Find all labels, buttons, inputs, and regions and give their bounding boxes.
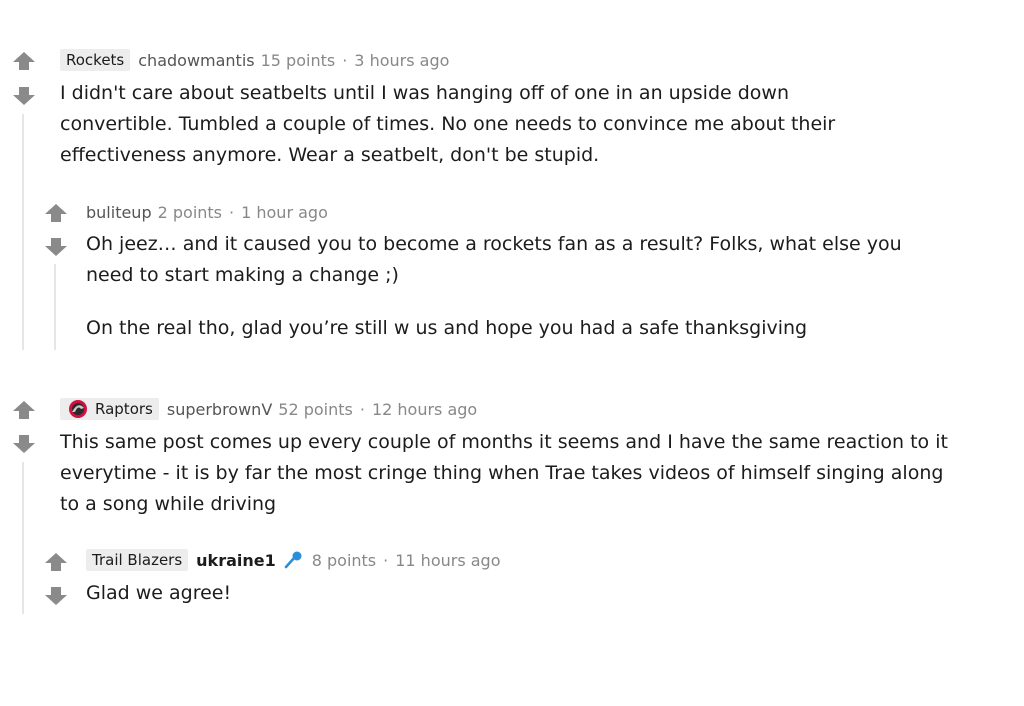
user-flair: Rockets xyxy=(60,49,131,71)
comment-text: I didn't care about seatbelts until I wa… xyxy=(60,82,836,166)
comment-text: This same post comes up every couple of … xyxy=(60,431,948,515)
separator: · xyxy=(229,202,235,222)
comment-body: Oh jeez… and it caused you to become a r… xyxy=(86,229,946,344)
user-flair-label: Raptors xyxy=(95,400,153,418)
thread-line[interactable] xyxy=(54,264,56,350)
score: 8 points xyxy=(311,550,377,570)
downvote-arrow-icon[interactable] xyxy=(43,585,69,607)
upvote-arrow-icon[interactable] xyxy=(11,399,37,421)
author-link[interactable]: chadowmantis xyxy=(138,51,254,70)
comment-body: Glad we agree! xyxy=(86,578,946,609)
comment-meta: Trail Blazers ukraine1 8 points · 11 hou… xyxy=(86,548,501,572)
microphone-icon xyxy=(282,550,304,570)
author-link[interactable]: buliteup xyxy=(86,203,152,222)
timestamp[interactable]: 12 hours ago xyxy=(372,400,477,419)
comment-meta: Raptors superbrownV 52 points · 12 hours… xyxy=(60,397,477,421)
author-link[interactable]: ukraine1 xyxy=(196,551,276,570)
comment-body: This same post comes up every couple of … xyxy=(60,427,960,520)
separator: · xyxy=(342,50,348,70)
timestamp[interactable]: 1 hour ago xyxy=(241,203,328,222)
comment-paragraph: Glad we agree! xyxy=(86,582,232,604)
upvote-arrow-icon[interactable] xyxy=(43,202,69,224)
thread-line[interactable] xyxy=(22,114,24,350)
downvote-arrow-icon[interactable] xyxy=(43,236,69,258)
comment-body: I didn't care about seatbelts until I wa… xyxy=(60,78,880,171)
score: 15 points xyxy=(260,50,336,70)
comment-meta: buliteup 2 points · 1 hour ago xyxy=(86,200,328,224)
score: 2 points xyxy=(157,202,223,222)
author-link[interactable]: superbrownV xyxy=(167,400,272,419)
upvote-arrow-icon[interactable] xyxy=(43,551,69,573)
comment-meta: Rockets chadowmantis 15 points · 3 hours… xyxy=(60,48,449,72)
timestamp[interactable]: 3 hours ago xyxy=(354,51,449,70)
comment-paragraph: On the real tho, glad you’re still w us … xyxy=(86,317,808,339)
downvote-arrow-icon[interactable] xyxy=(11,85,37,107)
score: 52 points xyxy=(278,399,353,419)
separator: · xyxy=(383,550,389,570)
raptors-logo-icon xyxy=(66,399,90,419)
comment-paragraph: Oh jeez… and it caused you to become a r… xyxy=(86,233,902,286)
timestamp[interactable]: 11 hours ago xyxy=(395,551,500,570)
user-flair: Trail Blazers xyxy=(86,549,189,571)
downvote-arrow-icon[interactable] xyxy=(11,433,37,455)
user-flair: Raptors xyxy=(60,398,159,420)
thread-line[interactable] xyxy=(22,462,24,614)
upvote-arrow-icon[interactable] xyxy=(11,50,37,72)
separator: · xyxy=(359,399,365,419)
